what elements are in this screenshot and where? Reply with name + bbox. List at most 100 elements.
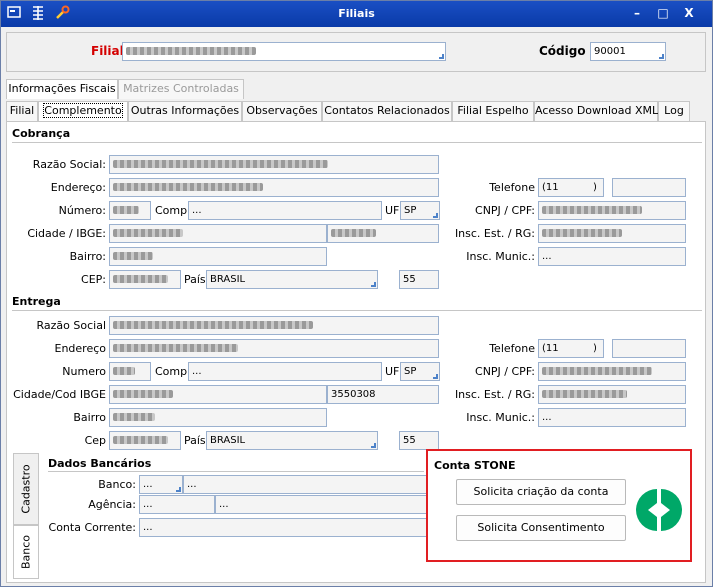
codigo-label: Código xyxy=(539,44,586,58)
banco-name-input[interactable]: ... xyxy=(183,475,427,494)
codigo-input[interactable]: 90001 xyxy=(590,42,666,61)
cobranca-pais-label: País xyxy=(184,273,206,286)
conta-corrente-label: Conta Corrente: xyxy=(48,521,136,534)
cobranca-cep-label: CEP: xyxy=(81,273,106,286)
cobranca-endereco-input[interactable] xyxy=(109,178,439,197)
tab-filial[interactable]: Filial xyxy=(6,101,38,121)
cobranca-pais-input[interactable]: BRASIL xyxy=(206,270,378,289)
entrega-cep-input[interactable] xyxy=(109,431,181,450)
maximize-button[interactable]: □ xyxy=(653,4,673,23)
banco-code-input[interactable]: ... xyxy=(139,475,183,494)
entrega-uf-input[interactable]: SP xyxy=(400,362,440,381)
entrega-compl-input[interactable]: ... xyxy=(188,362,382,381)
cobranca-telefone-ddd-input[interactable]: (11) xyxy=(538,178,604,197)
window-title: Filiais xyxy=(338,7,375,20)
inner-tabs: Filial Complemento Outras Informações Ob… xyxy=(6,101,706,121)
agencia-input[interactable]: ... xyxy=(139,495,215,514)
filial-value-redacted xyxy=(126,47,256,55)
stone-logo-icon xyxy=(636,487,682,533)
cobranca-telefone-label: Telefone xyxy=(489,181,535,194)
banco-label: Banco: xyxy=(98,478,136,491)
side-tab-banco[interactable]: Banco xyxy=(13,525,39,579)
agencia-digit-input[interactable]: ... xyxy=(215,495,427,514)
entrega-insc-munic-label: Insc. Munic.: xyxy=(466,411,535,424)
tab-acesso-download-xml[interactable]: Acesso Download XML xyxy=(534,101,658,121)
entrega-telefone-ddd-input[interactable]: (11) xyxy=(538,339,604,358)
tab-matrizes-controladas[interactable]: Matrizes Controladas xyxy=(118,79,244,99)
dados-bancarios-title: Dados Bancários xyxy=(48,457,152,470)
cobranca-telefone-input[interactable] xyxy=(612,178,686,197)
filial-header-panel: Filial Código 90001 xyxy=(6,32,706,72)
entrega-razao-social-label: Razão Social xyxy=(36,319,107,332)
entrega-bairro-label: Bairro xyxy=(73,411,106,424)
entrega-ibge-input[interactable]: 3550308 xyxy=(327,385,439,404)
outer-tabs: Informações Fiscais Matrizes Controladas xyxy=(6,79,706,99)
entrega-cidade-input[interactable] xyxy=(109,385,327,404)
cobranca-title: Cobrança xyxy=(12,127,71,140)
close-button[interactable]: X xyxy=(679,4,699,23)
entrega-numero-input[interactable] xyxy=(109,362,151,381)
entrega-pais-input[interactable]: BRASIL xyxy=(206,431,378,450)
solicita-criacao-conta-button[interactable]: Solicita criação da conta xyxy=(456,479,626,505)
filiais-window: Filiais – □ X Filial Código 90001 Inform… xyxy=(0,0,713,587)
cobranca-razao-social-input[interactable] xyxy=(109,155,439,174)
cobranca-endereco-label: Endereço: xyxy=(50,181,106,194)
cobranca-insc-est-input[interactable] xyxy=(538,224,686,243)
entrega-insc-munic-input[interactable]: ... xyxy=(538,408,686,427)
agencia-label: Agência: xyxy=(88,498,136,511)
entrega-bairro-input[interactable] xyxy=(109,408,327,427)
cobranca-cnpj-input[interactable] xyxy=(538,201,686,220)
side-tab-cadastro[interactable]: Cadastro xyxy=(13,453,39,525)
cobranca-insc-munic-input[interactable]: ... xyxy=(538,247,686,266)
entrega-razao-social-input[interactable] xyxy=(109,316,439,335)
cobranca-insc-est-label: Insc. Est. / RG: xyxy=(454,227,535,240)
tab-filial-espelho[interactable]: Filial Espelho xyxy=(452,101,534,121)
side-tabs: Cadastro Banco xyxy=(13,453,39,579)
entrega-insc-est-input[interactable] xyxy=(538,385,686,404)
filial-label: Filial xyxy=(91,44,124,58)
entrega-cnpj-label: CNPJ / CPF: xyxy=(475,365,535,378)
entrega-uf-label: UF xyxy=(385,365,400,378)
conta-stone-panel: Conta STONE Solicita criação da conta So… xyxy=(426,449,692,562)
tab-contatos-relacionados[interactable]: Contatos Relacionados xyxy=(322,101,452,121)
tab-observacoes[interactable]: Observações xyxy=(242,101,322,121)
conta-stone-title: Conta STONE xyxy=(434,459,516,472)
cobranca-uf-label: UF xyxy=(385,204,400,217)
entrega-numero-label: Numero xyxy=(62,365,106,378)
entrega-endereco-label: Endereço xyxy=(54,342,107,355)
tab-outras-informacoes[interactable]: Outras Informações xyxy=(128,101,242,121)
cobranca-insc-munic-label: Insc. Munic.: xyxy=(466,250,535,263)
entrega-pais-code-input[interactable]: 55 xyxy=(399,431,439,450)
cobranca-pais-code-input[interactable]: 55 xyxy=(399,270,439,289)
cobranca-cidade-input[interactable] xyxy=(109,224,327,243)
entrega-endereco-input[interactable] xyxy=(109,339,439,358)
cobranca-uf-input[interactable]: SP xyxy=(400,201,440,220)
entrega-pais-label: País xyxy=(184,434,206,447)
tab-complemento[interactable]: Complemento xyxy=(38,101,128,121)
cobranca-ibge-input[interactable] xyxy=(327,224,439,243)
cobranca-numero-input[interactable] xyxy=(109,201,151,220)
filial-input[interactable] xyxy=(122,42,446,61)
title-bar: Filiais – □ X xyxy=(1,1,712,27)
cobranca-cnpj-label: CNPJ / CPF: xyxy=(475,204,535,217)
entrega-title: Entrega xyxy=(12,295,61,308)
minimize-button[interactable]: – xyxy=(627,4,647,23)
cobranca-bairro-input[interactable] xyxy=(109,247,327,266)
entrega-cep-label: Cep xyxy=(84,434,106,447)
cobranca-cidade-label: Cidade / IBGE: xyxy=(27,227,106,240)
cobranca-compl-input[interactable]: ... xyxy=(188,201,382,220)
solicita-consentimento-button[interactable]: Solicita Consentimento xyxy=(456,515,626,541)
cobranca-razao-social-label: Razão Social: xyxy=(32,158,106,171)
tab-informacoes-fiscais[interactable]: Informações Fiscais xyxy=(6,79,118,99)
codigo-value: 90001 xyxy=(594,46,626,57)
cobranca-cep-input[interactable] xyxy=(109,270,181,289)
cobranca-bairro-label: Bairro: xyxy=(69,250,106,263)
conta-corrente-input[interactable]: ... xyxy=(139,518,427,537)
entrega-telefone-input[interactable] xyxy=(612,339,686,358)
entrega-cidade-label: Cidade/Cod IBGE xyxy=(13,388,106,401)
cobranca-numero-label: Número: xyxy=(58,204,106,217)
tab-log[interactable]: Log xyxy=(658,101,690,121)
entrega-cnpj-input[interactable] xyxy=(538,362,686,381)
entrega-telefone-label: Telefone xyxy=(489,342,535,355)
entrega-insc-est-label: Insc. Est. / RG: xyxy=(454,388,535,401)
